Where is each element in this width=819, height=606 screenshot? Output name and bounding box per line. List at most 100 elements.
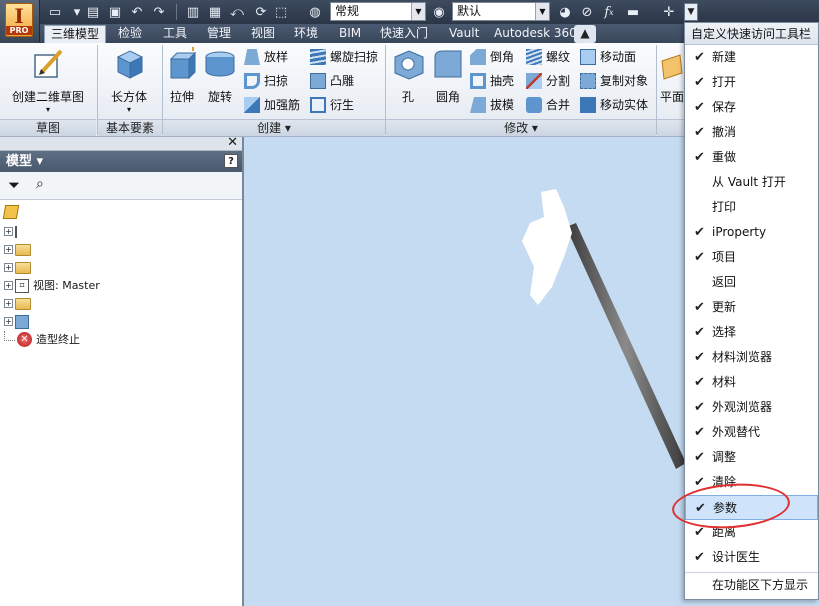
tree-row-view-master[interactable]: + ⌗ 视图: Master [4, 277, 100, 294]
tab-vault[interactable]: Vault [449, 25, 479, 43]
adjust-icon[interactable]: ◕ [556, 3, 574, 21]
tab-get-started[interactable]: 快速入门 [380, 25, 428, 43]
chamfer-icon [470, 49, 486, 65]
menu-item-appearance-override[interactable]: ✔ 外观替代 [685, 420, 818, 445]
project-icon[interactable]: ▦ [206, 3, 224, 21]
chamfer-button[interactable]: 倒角 [470, 48, 514, 66]
help-icon[interactable]: ? [224, 154, 238, 168]
move-face-button[interactable]: 移动面 [580, 48, 636, 66]
style-select[interactable]: 常规 ▼ [330, 2, 426, 21]
redo-icon[interactable]: ↷ [150, 3, 168, 21]
tab-inspect[interactable]: 检验 [118, 25, 142, 43]
expand-icon[interactable]: + [4, 263, 13, 272]
tab-tools[interactable]: 工具 [163, 25, 187, 43]
menu-item-print[interactable]: 打印 [685, 195, 818, 220]
menu-item-project[interactable]: ✔ 项目 [685, 245, 818, 270]
derive-button[interactable]: 衍生 [310, 96, 354, 114]
appearance-select[interactable]: 默认 ▼ [452, 2, 550, 21]
tab-environments[interactable]: 环境 [294, 25, 318, 43]
material-browser-icon[interactable]: ◍ [306, 3, 324, 21]
tab-view[interactable]: 视图 [251, 25, 275, 43]
tree-row-representations[interactable]: + [4, 223, 29, 240]
undo-icon[interactable]: ↶ [128, 3, 146, 21]
select-icon[interactable]: ⬚ [272, 3, 290, 21]
tab-autodesk-360[interactable]: Autodesk 360 [494, 25, 577, 43]
tree-row-folder[interactable]: + [4, 241, 35, 258]
revolve-icon [205, 51, 235, 77]
menu-item-return[interactable]: 返回 [685, 270, 818, 295]
draft-button[interactable]: 拔模 [470, 96, 514, 114]
parameters-icon[interactable]: fx [600, 3, 618, 21]
rib-button[interactable]: 加强筋 [244, 96, 300, 114]
tab-bim[interactable]: BIM [339, 25, 361, 43]
customize-qat-dropdown-icon[interactable]: ▼ [684, 3, 698, 21]
panel-label-modify[interactable]: 修改 ▾ [386, 119, 656, 136]
menu-item-undo[interactable]: ✔ 撤消 [685, 120, 818, 145]
find-icon[interactable]: ⌕ [36, 176, 44, 192]
tree-row-origin[interactable]: + [4, 259, 35, 276]
browser-header[interactable]: 模型 ▾ ? [0, 151, 242, 172]
menu-item-material[interactable]: ✔ 材料 [685, 370, 818, 395]
browser-grip[interactable]: ✕ [0, 135, 242, 151]
browser-toolbar: ⏷ ⌕ [0, 172, 242, 200]
menu-item-update[interactable]: ✔ 更新 [685, 295, 818, 320]
tab-3d-model[interactable]: 三维模型 [44, 25, 106, 43]
fillet-button[interactable]: 圆角 [430, 47, 466, 105]
work-plane-button[interactable]: 平面 [660, 47, 684, 105]
shell-button[interactable]: 抽壳 [470, 72, 514, 90]
return-icon[interactable]: ⤺ [228, 3, 246, 21]
close-icon[interactable]: ✕ [227, 135, 238, 150]
menu-item-design-doctor[interactable]: ✔ 设计医生 [685, 545, 818, 570]
tree-row-part[interactable] [2, 203, 22, 220]
menu-item-adjust[interactable]: ✔ 调整 [685, 445, 818, 470]
sweep-button[interactable]: 扫掠 [244, 72, 288, 90]
update-icon[interactable]: ⟳ [252, 3, 270, 21]
tree-row-folder-2[interactable]: + [4, 295, 35, 312]
move-body-button[interactable]: 移动实体 [580, 96, 648, 114]
menu-title: 自定义快速访问工具栏 [685, 23, 818, 45]
tree-row-end-of-part[interactable]: ✕ 造型终止 [4, 330, 80, 348]
new-icon[interactable]: ▭ [46, 3, 64, 21]
menu-item-open-from-vault[interactable]: 从 Vault 打开 [685, 170, 818, 195]
expand-icon[interactable]: + [4, 281, 13, 290]
menu-item-iproperty[interactable]: ✔ iProperty [685, 220, 818, 245]
appearance-browser-icon[interactable]: ◉ [430, 3, 448, 21]
loft-button[interactable]: 放样 [244, 48, 288, 66]
split-button[interactable]: 分割 [526, 72, 570, 90]
create-2d-sketch-button[interactable]: 创建二维草图 ▾ [8, 47, 88, 114]
panel-label-create[interactable]: 创建 ▾ [163, 119, 385, 136]
open-icon[interactable]: ▤ [84, 3, 102, 21]
menu-item-label: iProperty [712, 225, 767, 239]
menu-item-open[interactable]: ✔ 打开 [685, 70, 818, 95]
box-button[interactable]: 长方体 ▾ [104, 47, 154, 114]
checkmark-icon: ✔ [694, 75, 705, 90]
expand-icon[interactable]: + [4, 245, 13, 254]
emboss-button[interactable]: 凸雕 [310, 72, 354, 90]
copy-object-button[interactable]: 复制对象 [580, 72, 648, 90]
expand-icon[interactable]: + [4, 299, 13, 308]
extrude-button[interactable]: 拉伸 [164, 47, 200, 105]
menu-item-save[interactable]: ✔ 保存 [685, 95, 818, 120]
expand-icon[interactable]: + [4, 227, 13, 236]
revolve-button[interactable]: 旋转 [202, 47, 238, 105]
iproperty-icon[interactable]: ▥ [184, 3, 202, 21]
filter-icon[interactable]: ⏷ [8, 176, 20, 194]
clear-icon[interactable]: ⊘ [578, 3, 596, 21]
expand-icon[interactable]: + [4, 317, 13, 326]
menu-item-material-browser[interactable]: ✔ 材料浏览器 [685, 345, 818, 370]
menu-item-appearance-browser[interactable]: ✔ 外观浏览器 [685, 395, 818, 420]
coil-button[interactable]: 螺旋扫掠 [310, 48, 378, 66]
ribbon-minimize-icon[interactable]: ▲ [574, 25, 596, 43]
combine-button[interactable]: 合并 [526, 96, 570, 114]
menu-item-show-below-ribbon[interactable]: 在功能区下方显示 [685, 572, 818, 597]
menu-item-new[interactable]: ✔ 新建 [685, 45, 818, 70]
hole-button[interactable]: 孔 [390, 47, 426, 105]
save-icon[interactable]: ▣ [106, 3, 124, 21]
menu-item-redo[interactable]: ✔ 重做 [685, 145, 818, 170]
menu-item-select[interactable]: ✔ 选择 [685, 320, 818, 345]
measure-icon[interactable]: ▬ [624, 3, 642, 21]
tab-manage[interactable]: 管理 [207, 25, 231, 43]
application-menu-button[interactable]: I PRO [0, 0, 40, 42]
tree-row-feature[interactable]: + [4, 313, 33, 330]
thread-button[interactable]: 螺纹 [526, 48, 570, 66]
